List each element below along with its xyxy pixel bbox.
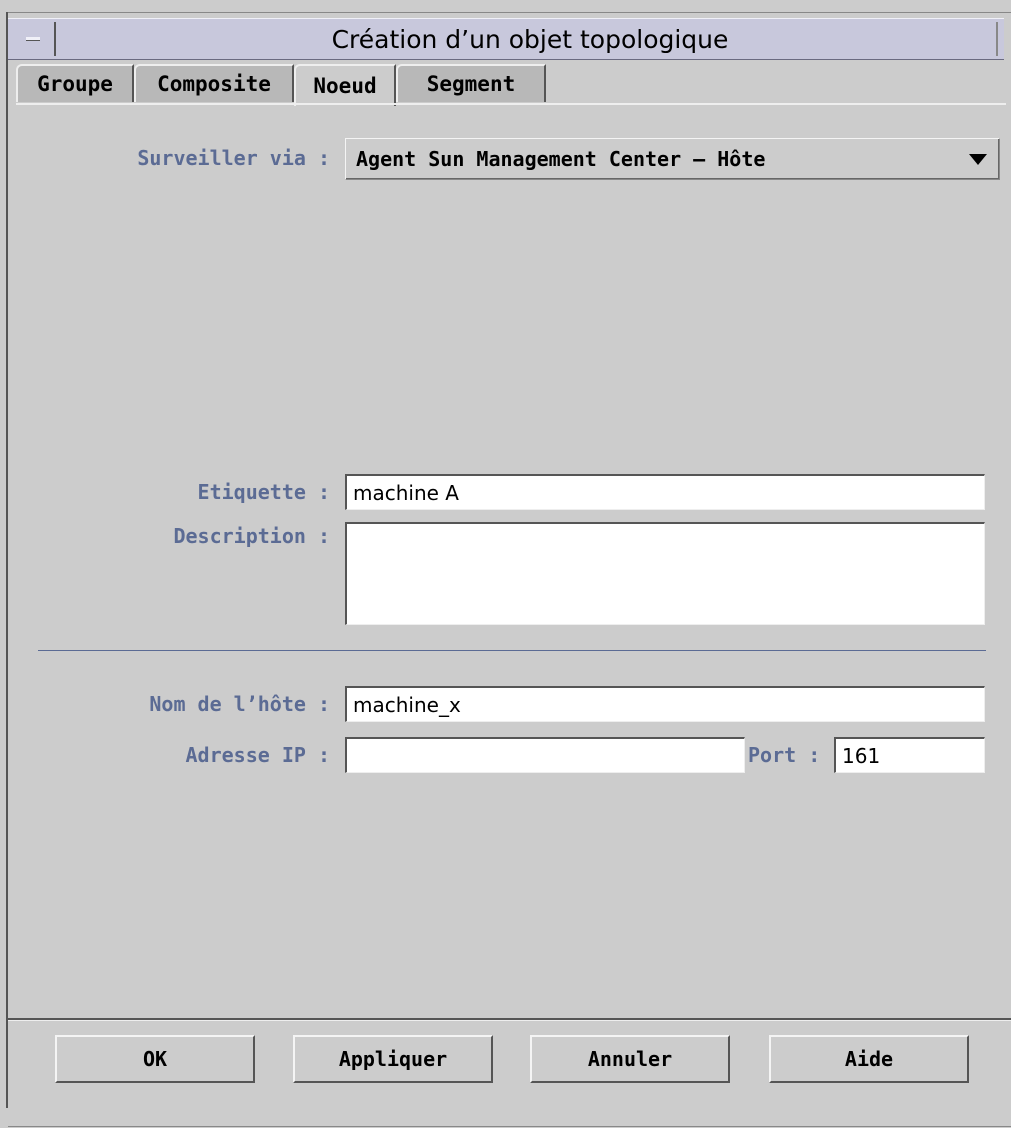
label-input[interactable]: machine A [345, 474, 985, 510]
hostname-input[interactable]: machine_x [345, 686, 985, 722]
window-frame-top [8, 12, 1011, 13]
window-menu-button[interactable] [12, 22, 56, 56]
ip-address-label: Adresse IP : [185, 743, 331, 767]
ip-address-input[interactable] [345, 737, 745, 773]
window-frame-left [6, 12, 8, 1108]
description-textarea[interactable] [345, 522, 985, 625]
window-menu-icon [26, 37, 40, 41]
title-bar[interactable]: Création d’un objet topologique [8, 18, 1004, 60]
apply-button[interactable]: Appliquer [293, 1035, 493, 1083]
monitor-via-select[interactable]: Agent Sun Management Center – Hôte [345, 138, 1000, 180]
window-edge-handle [996, 22, 1004, 56]
section-divider [38, 650, 986, 651]
monitor-via-value: Agent Sun Management Center – Hôte [356, 147, 766, 171]
window-frame-bottom [8, 1126, 1011, 1127]
dialog-window: Création d’un objet topologique Groupe C… [0, 0, 1011, 1128]
tab-composite[interactable]: Composite [134, 64, 294, 102]
label-field-label: Etiquette : [197, 480, 330, 504]
help-button[interactable]: Aide [769, 1035, 969, 1083]
chevron-down-icon [969, 154, 987, 165]
tab-groupe[interactable]: Groupe [16, 64, 134, 102]
ok-button[interactable]: OK [55, 1035, 255, 1083]
port-input[interactable]: 161 [834, 737, 985, 773]
hostname-label: Nom de l’hôte : [149, 692, 330, 716]
tab-segment[interactable]: Segment [396, 64, 546, 102]
window-title: Création d’un objet topologique [331, 24, 729, 54]
description-label: Description : [173, 524, 330, 548]
button-bar-highlight [8, 1020, 1011, 1021]
port-label: Port : [748, 743, 821, 767]
monitor-via-label: Surveiller via : [137, 146, 330, 170]
cancel-button[interactable]: Annuler [530, 1035, 730, 1083]
tab-noeud[interactable]: Noeud [294, 64, 396, 106]
